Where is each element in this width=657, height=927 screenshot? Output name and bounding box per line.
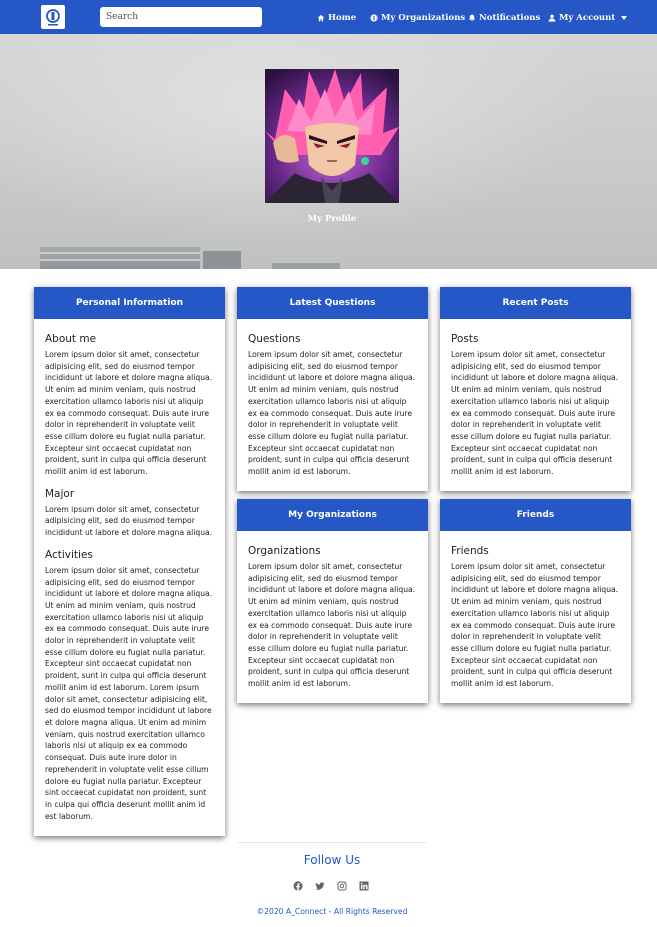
- home-icon: [317, 14, 325, 21]
- activities-title: Activities: [45, 548, 93, 561]
- card-header: Latest Questions: [237, 287, 428, 319]
- activities-text: Lorem ipsum dolor sit amet, consectetur …: [45, 565, 213, 821]
- posts-text: Lorem ipsum dolor sit amet, consectetur …: [451, 350, 619, 477]
- nav-home-label: Home: [328, 12, 357, 23]
- my-organizations-card: My Organizations Organizations Lorem ips…: [237, 499, 428, 703]
- latest-questions-card: Latest Questions Questions Lorem ipsum d…: [237, 287, 428, 491]
- questions-title: Questions: [248, 333, 301, 345]
- instagram-icon[interactable]: [337, 881, 347, 891]
- hero-building: [203, 251, 241, 269]
- follow-us-heading: Follow Us: [303, 853, 361, 867]
- nav-my-account-label: My Account: [559, 12, 616, 23]
- chevron-down-icon: [621, 15, 628, 20]
- about-title: About me: [45, 333, 97, 345]
- nav-my-account[interactable]: My Account: [548, 11, 628, 24]
- linkedin-icon[interactable]: [359, 881, 369, 891]
- recent-posts-card: Recent Posts Posts Lorem ipsum dolor sit…: [440, 287, 631, 491]
- nav-notifications[interactable]: Notifications: [468, 11, 540, 24]
- copyright-text: ©2020 A_Connect - All Rights Reserved: [256, 907, 408, 916]
- card-header: Friends: [440, 499, 631, 531]
- social-links: [293, 881, 369, 891]
- organizations-title: Organizations: [248, 545, 321, 557]
- nav-home[interactable]: Home: [317, 11, 356, 24]
- twitter-icon[interactable]: [315, 881, 325, 891]
- profile-avatar[interactable]: [265, 69, 399, 203]
- app-logo[interactable]: [41, 5, 65, 29]
- profile-caption: My Profile: [307, 214, 357, 224]
- globe-icon: [370, 13, 378, 22]
- nav-my-organizations[interactable]: My Organizations: [370, 11, 465, 24]
- facebook-icon[interactable]: [293, 881, 303, 891]
- footer-divider: [237, 842, 427, 843]
- posts-title: Posts: [451, 333, 479, 345]
- card-header: Recent Posts: [440, 287, 631, 319]
- nav-notifications-label: Notifications: [479, 12, 541, 23]
- friends-text: Lorem ipsum dolor sit amet, consectetur …: [451, 562, 619, 689]
- nav-my-organizations-label: My Organizations: [381, 12, 466, 23]
- friends-card: Friends Friends Lorem ipsum dolor sit am…: [440, 499, 631, 703]
- major-title: Major: [45, 487, 75, 500]
- organizations-text: Lorem ipsum dolor sit amet, consectetur …: [248, 562, 416, 689]
- avatar-image: [265, 69, 399, 203]
- top-navbar: Home My Organizations Notifications My A…: [0, 0, 657, 34]
- logo-icon: [46, 9, 60, 26]
- personal-info-card: Personal Information About me Lorem ipsu…: [34, 287, 225, 836]
- questions-text: Lorem ipsum dolor sit amet, consectetur …: [248, 350, 416, 477]
- hero-building: [40, 247, 200, 269]
- friends-title: Friends: [451, 545, 489, 557]
- bell-icon: [468, 14, 476, 21]
- card-header: My Organizations: [237, 499, 428, 531]
- about-text: Lorem ipsum dolor sit amet, consectetur …: [45, 350, 213, 477]
- profile-hero: My Profile: [0, 34, 657, 269]
- user-icon: [548, 14, 556, 22]
- hero-building: [272, 263, 340, 269]
- search-input[interactable]: [100, 7, 262, 27]
- major-text: Lorem ipsum dolor sit amet, consectetur …: [45, 504, 213, 538]
- card-header: Personal Information: [34, 287, 225, 319]
